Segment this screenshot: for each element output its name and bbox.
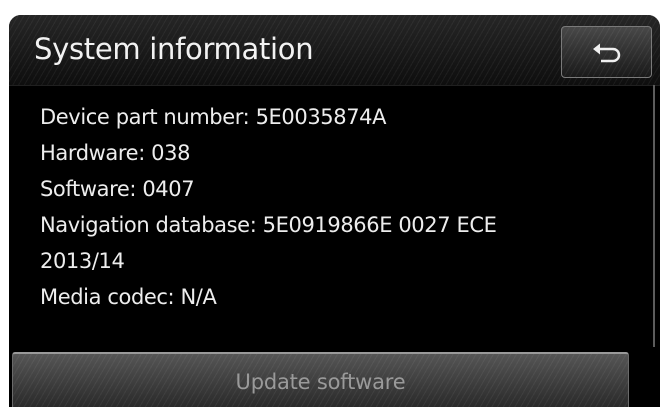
system-information-screen: System information Device part number: 5… (9, 15, 660, 407)
update-software-label: Update software (235, 370, 406, 394)
screen: System information Device part number: 5… (0, 0, 669, 407)
page-title: System information (34, 32, 314, 66)
navigation-database-year: 2013/14 (40, 249, 125, 273)
scrollbar[interactable] (653, 85, 655, 347)
software-version: Software: 0407 (40, 177, 195, 201)
update-software-button[interactable]: Update software (12, 352, 629, 407)
navigation-database: Navigation database: 5E0919866E 0027 ECE (40, 213, 497, 237)
system-info-list: Device part number: 5E0035874A Hardware:… (40, 99, 640, 315)
back-button[interactable] (561, 26, 652, 78)
media-codec: Media codec: N/A (40, 285, 217, 309)
back-arrow-icon (593, 43, 621, 63)
hardware-version: Hardware: 038 (40, 141, 191, 165)
device-part-number: Device part number: 5E0035874A (40, 105, 387, 129)
header-bar: System information (9, 15, 660, 86)
